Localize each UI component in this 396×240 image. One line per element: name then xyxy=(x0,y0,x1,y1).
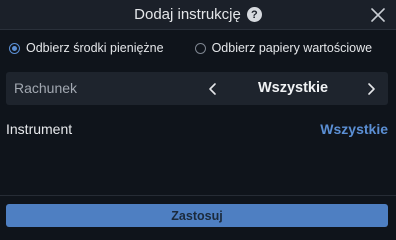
question-circle-icon[interactable]: ? xyxy=(246,7,262,22)
apply-button[interactable]: Zastosuj xyxy=(6,204,388,227)
title-wrap: Dodaj instrukcję ? xyxy=(0,6,396,23)
account-value: Wszystkie xyxy=(257,80,329,96)
chevron-right-icon[interactable] xyxy=(364,81,378,97)
radio-label-cash: Odbierz środki pieniężne xyxy=(26,41,164,55)
radio-group: Odbierz środki pieniężne Odbierz papiery… xyxy=(9,38,389,58)
radio-label-securities: Odbierz papiery wartościowe xyxy=(211,41,373,55)
chevron-left-icon[interactable] xyxy=(206,81,220,97)
account-selector: Rachunek Wszystkie xyxy=(6,72,388,105)
close-icon[interactable] xyxy=(369,6,387,24)
radio-option-securities[interactable]: Odbierz papiery wartościowe xyxy=(194,41,373,55)
instrument-select-link[interactable]: Wszystkie xyxy=(320,121,388,137)
radio-button-unchecked[interactable] xyxy=(194,42,206,54)
footer-divider xyxy=(0,195,396,196)
instrument-label: Instrument xyxy=(6,121,73,137)
dialog-header: Dodaj instrukcję ? xyxy=(0,0,396,30)
radio-dot xyxy=(12,45,17,51)
dialog-title: Dodaj instrukcję xyxy=(134,6,241,23)
radio-option-cash[interactable]: Odbierz środki pieniężne xyxy=(9,41,164,55)
radio-button-checked[interactable] xyxy=(9,42,20,54)
account-label: Rachunek xyxy=(14,80,78,96)
